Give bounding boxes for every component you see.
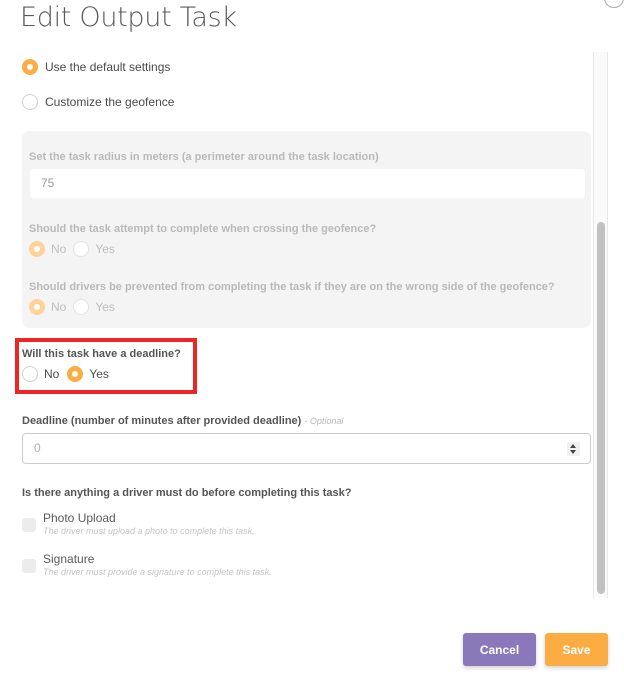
crossing-question: Should the task attempt to complete when… — [29, 223, 377, 235]
radio-label: Customize the geofence — [45, 95, 175, 109]
radio-unchecked-icon[interactable] — [22, 94, 38, 110]
radio-checked-icon[interactable] — [22, 59, 38, 75]
geofence-settings-panel: Set the task radius in meters (a perimet… — [22, 131, 591, 328]
radio-label: No — [51, 242, 67, 256]
deadline-radio-group: No Yes — [22, 366, 117, 382]
dialog-title: Edit Output Task — [20, 2, 237, 33]
radio-checked-icon[interactable] — [67, 366, 84, 382]
requirement-description: The driver must upload a photo to comple… — [43, 526, 255, 536]
radio-label: Yes — [89, 367, 109, 381]
radio-unchecked-icon[interactable] — [73, 241, 90, 257]
deadline-question: Will this task have a deadline? — [22, 348, 181, 360]
deadline-minutes-input[interactable]: 0 — [22, 433, 591, 464]
cancel-button[interactable]: Cancel — [463, 633, 536, 666]
crossing-radio-group: No Yes — [29, 241, 122, 257]
checkbox[interactable] — [22, 559, 36, 573]
wrong-side-yes-option[interactable]: Yes — [73, 299, 115, 315]
number-spinner-icon[interactable] — [567, 442, 580, 456]
radio-checked-icon[interactable] — [29, 241, 45, 257]
radius-label: Set the task radius in meters (a perimet… — [29, 151, 379, 163]
radio-default-settings[interactable]: Use the default settings — [22, 59, 170, 75]
wrong-side-question: Should drivers be prevented from complet… — [29, 281, 555, 293]
radio-checked-icon[interactable] — [29, 299, 45, 315]
wrong-side-no-option[interactable]: No — [29, 299, 66, 315]
crossing-no-option[interactable]: No — [29, 241, 66, 257]
radio-label: No — [51, 300, 67, 314]
radio-label: No — [44, 367, 60, 381]
deadline-yes-option[interactable]: Yes — [67, 366, 109, 382]
requirement-title: Signature — [43, 552, 95, 566]
deadline-minutes-placeholder: 0 — [34, 441, 41, 455]
radio-label: Use the default settings — [45, 60, 171, 74]
scrollbar-thumb[interactable] — [597, 222, 605, 594]
crossing-yes-option[interactable]: Yes — [73, 241, 115, 257]
scrollbar[interactable] — [593, 52, 608, 598]
radio-unchecked-icon[interactable] — [73, 299, 90, 315]
requirements-question: Is there anything a driver must do befor… — [22, 487, 352, 499]
deadline-minutes-label: Deadline (number of minutes after provid… — [22, 415, 343, 427]
requirement-description: The driver must provide a signature to c… — [43, 567, 272, 577]
radio-label: Yes — [95, 300, 115, 314]
deadline-minutes-label-text: Deadline (number of minutes after provid… — [22, 415, 302, 427]
checkbox[interactable] — [22, 518, 36, 532]
save-button[interactable]: Save — [545, 633, 608, 666]
wrong-side-radio-group: No Yes — [29, 299, 122, 315]
radio-unchecked-icon[interactable] — [22, 366, 38, 382]
close-icon[interactable] — [604, 0, 624, 8]
radio-customize-geofence[interactable]: Customize the geofence — [22, 94, 174, 110]
radio-label: Yes — [95, 242, 115, 256]
deadline-no-option[interactable]: No — [22, 366, 59, 382]
radius-input[interactable]: 75 — [30, 169, 585, 198]
optional-tag: - Optional — [304, 416, 344, 426]
requirement-title: Photo Upload — [43, 511, 116, 525]
